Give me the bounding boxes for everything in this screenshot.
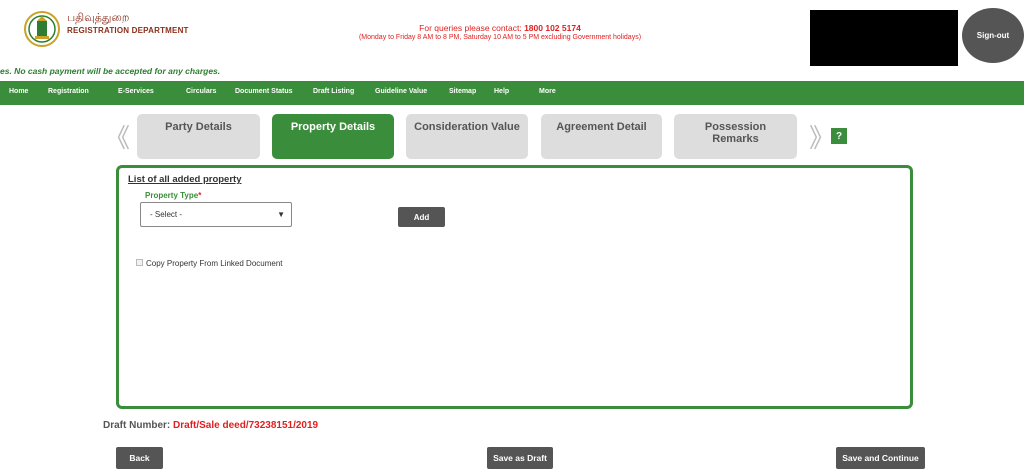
add-property-button[interactable]: Add [398, 207, 445, 227]
tab-consideration-value[interactable]: Consideration Value [406, 114, 528, 159]
tab-possession-remarks-label: Possession Remarks [704, 121, 767, 145]
nav-e-services[interactable]: E-Services [118, 88, 154, 95]
nav-draft-listing[interactable]: Draft Listing [313, 88, 354, 95]
tab-party-details[interactable]: Party Details [137, 114, 260, 159]
help-icon[interactable]: ? [831, 128, 847, 144]
copy-property-checkbox[interactable] [136, 259, 143, 266]
draft-number-label: Draft Number: [103, 420, 171, 431]
nav-guideline-value[interactable]: Guideline Value [375, 88, 427, 95]
contact-number: 1800 102 5174 [524, 23, 581, 33]
nav-help[interactable]: Help [494, 88, 509, 95]
signout-button[interactable]: Sign-out [962, 8, 1024, 63]
nav-sitemap[interactable]: Sitemap [449, 88, 476, 95]
main-nav: Home Registration E-Services Circulars D… [0, 81, 1024, 105]
redacted-block [810, 10, 958, 66]
nav-home[interactable]: Home [9, 88, 28, 95]
required-mark: * [198, 191, 202, 200]
site-header: பதிவுத்துறை REGISTRATION DEPARTMENT For … [0, 0, 1024, 66]
tab-property-details[interactable]: Property Details [272, 114, 394, 159]
contact-hours: (Monday to Friday 8 AM to 8 PM, Saturday… [358, 34, 642, 41]
brand-english: REGISTRATION DEPARTMENT [67, 26, 189, 35]
nav-more[interactable]: More [539, 88, 556, 95]
property-type-value: - Select - [150, 210, 183, 219]
save-and-continue-button[interactable]: Save and Continue [836, 447, 925, 469]
nav-circulars[interactable]: Circulars [186, 88, 216, 95]
brand-tamil: பதிவுத்துறை [67, 12, 130, 24]
nav-registration[interactable]: Registration [48, 88, 89, 95]
dropdown-caret-icon: ▼ [277, 210, 285, 219]
state-emblem-logo [24, 11, 60, 47]
contact-prefix: For queries please contact: [419, 23, 522, 33]
property-list-title: List of all added property [128, 174, 242, 185]
copy-property-label: Copy Property From Linked Document [146, 259, 283, 268]
back-button[interactable]: Back [116, 447, 163, 469]
save-as-draft-button[interactable]: Save as Draft [487, 447, 553, 469]
draft-number: Draft Number: Draft/Sale deed/73238151/2… [103, 420, 318, 431]
nav-document-status[interactable]: Document Status [235, 88, 293, 95]
contact-line: For queries please contact: 1800 102 517… [330, 23, 670, 33]
property-type-text: Property Type [145, 191, 199, 200]
notice-banner: es. No cash payment will be accepted for… [0, 66, 221, 76]
tab-possession-remarks[interactable]: Possession Remarks [674, 114, 797, 159]
property-type-select[interactable]: - Select - ▼ [140, 202, 292, 227]
draft-number-value: Draft/Sale deed/73238151/2019 [173, 420, 319, 431]
property-type-label: Property Type* [145, 191, 201, 200]
prev-arrow-icon[interactable]: 《 [104, 118, 130, 155]
tab-agreement-detail[interactable]: Agreement Detail [541, 114, 662, 159]
